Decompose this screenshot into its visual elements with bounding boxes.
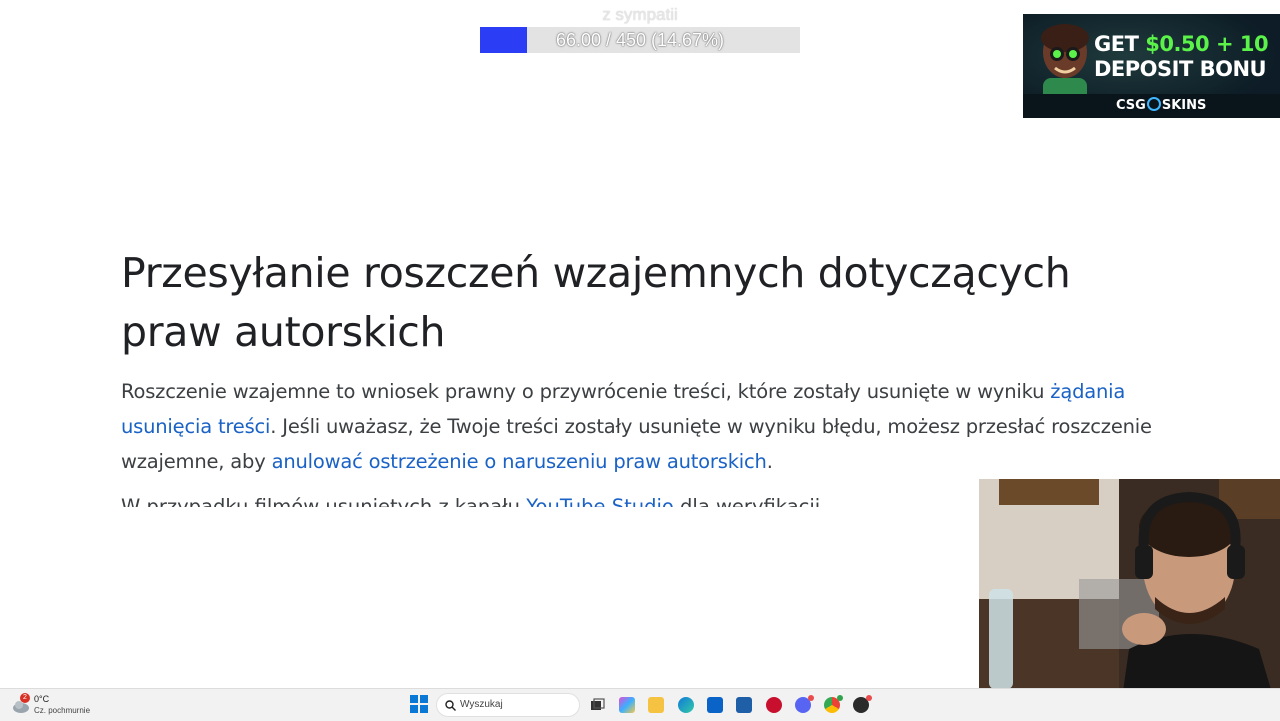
ad-footer: CSG SKINS: [1023, 94, 1280, 118]
copilot-icon[interactable]: [619, 697, 635, 713]
brand-ring-icon: [1146, 97, 1161, 111]
donation-goal-label: z sympatii: [602, 5, 678, 24]
ad-headline-line2: DEPOSIT BONU: [1094, 57, 1267, 81]
page-title: Przesyłanie roszczeń wzajemnych dotycząc…: [121, 249, 1071, 356]
ad-character-icon: [1041, 24, 1089, 106]
weather-temperature: 0°C: [34, 694, 50, 704]
chrome-badge-dot: [837, 695, 843, 701]
webcam-overlay: [979, 479, 1280, 720]
search-placeholder: Wyszukaj: [460, 699, 503, 710]
windows-start-icon[interactable]: [410, 695, 428, 713]
notification-badge: 2: [20, 693, 30, 703]
antivirus-icon[interactable]: [766, 697, 782, 713]
youtube-studio-link[interactable]: YouTube Studio: [526, 497, 674, 507]
article-paragraph: Roszczenie wzajemne to wniosek prawny o …: [121, 380, 1152, 473]
store-icon[interactable]: [736, 697, 752, 713]
weather-widget[interactable]: 2 0°C Cz. pochmurnie: [12, 693, 122, 719]
taskbar-search-box[interactable]: Wyszukaj: [436, 693, 580, 717]
ad-brand-logo: CSG SKINS: [1116, 97, 1207, 113]
donation-progress-bar: 66.00 / 450 (14.67%): [480, 27, 800, 53]
webcam-scene: [979, 479, 1280, 720]
outlook-icon[interactable]: [707, 697, 723, 713]
weather-description: Cz. pochmurnie: [34, 706, 91, 715]
obs-recording-dot: [866, 695, 872, 701]
cancel-copyright-strike-link[interactable]: anulować ostrzeżenie o naruszeniu praw a…: [272, 450, 767, 473]
edge-icon[interactable]: [678, 697, 694, 713]
ad-banner[interactable]: GET $0.50 + 10 DEPOSIT BONU CSG SKINS: [1023, 14, 1280, 118]
donation-progress-text: 66.00 / 450 (14.67%): [555, 30, 725, 50]
file-explorer-icon[interactable]: [648, 697, 664, 713]
taskbar: 2 0°C Cz. pochmurnie Wyszukaj: [0, 688, 1280, 721]
search-icon: [445, 700, 456, 711]
discord-notification-dot: [808, 695, 814, 701]
article-next-paragraph-clipped: W przypadku filmów usuniętych z kanału Y…: [121, 497, 981, 507]
ad-headline: GET $0.50 + 10 DEPOSIT BONU: [1094, 32, 1269, 81]
ad-bonus-amount: $0.50 + 10: [1145, 32, 1269, 56]
task-view-icon[interactable]: [590, 697, 606, 713]
